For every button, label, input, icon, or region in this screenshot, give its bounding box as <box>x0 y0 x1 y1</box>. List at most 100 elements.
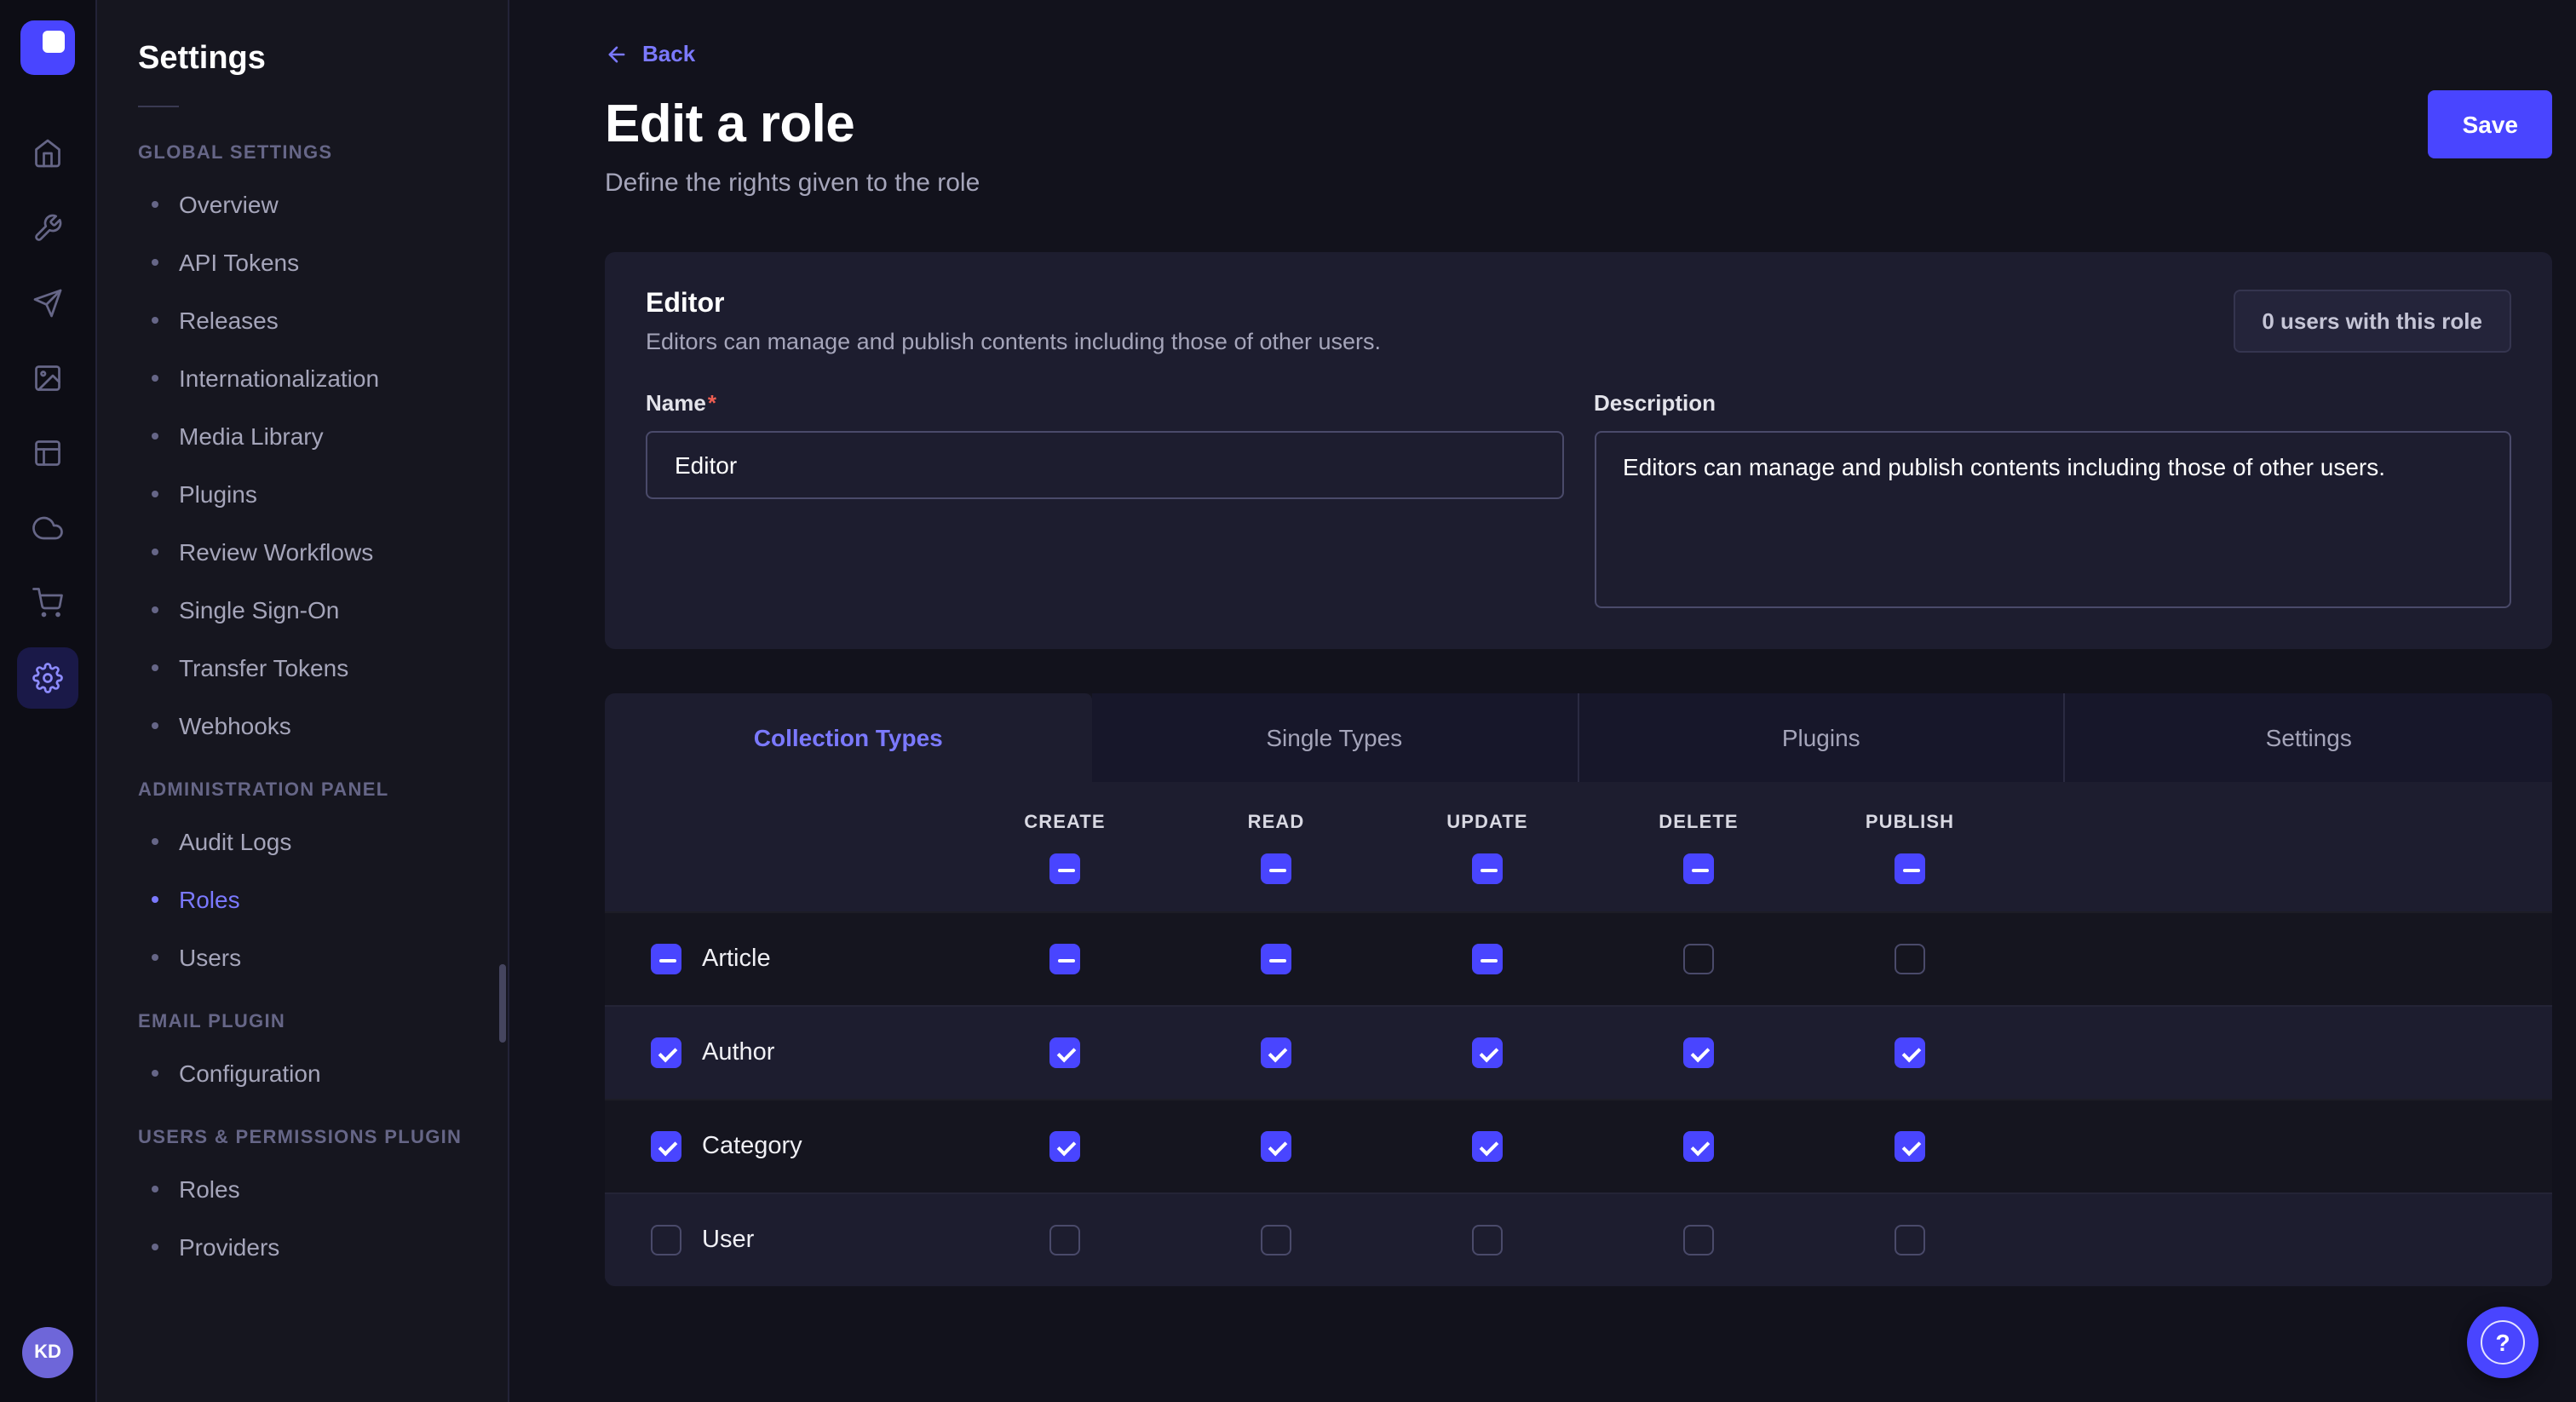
user-read-checkbox[interactable] <box>1261 1225 1291 1255</box>
cloud-icon[interactable] <box>17 497 78 559</box>
role-name-heading: Editor <box>646 290 1381 320</box>
author-update-checkbox[interactable] <box>1472 1037 1503 1068</box>
select-all-update-checkbox[interactable] <box>1472 853 1503 884</box>
permissions-tabs: Collection TypesSingle TypesPluginsSetti… <box>605 693 2552 782</box>
role-card-heading: Editor Editors can manage and publish co… <box>646 290 1381 354</box>
category-row-checkbox[interactable] <box>651 1131 681 1162</box>
subnav-scrollbar[interactable] <box>499 964 506 1043</box>
sidebar-item-label: Internationalization <box>179 365 379 392</box>
category-read-checkbox[interactable] <box>1261 1131 1291 1162</box>
category-create-checkbox[interactable] <box>1049 1131 1080 1162</box>
sidebar-item-global-settings-overview[interactable]: Overview <box>97 175 508 233</box>
bullet-icon <box>152 491 158 497</box>
author-publish-checkbox[interactable] <box>1895 1037 1925 1068</box>
sidebar-item-label: Transfer Tokens <box>179 654 348 681</box>
subnav-sections: GLOBAL SETTINGSOverviewAPI TokensRelease… <box>97 118 508 1276</box>
tab-single-types[interactable]: Single Types <box>1092 693 1579 782</box>
sidebar-item-administration-panel-users[interactable]: Users <box>97 928 508 986</box>
permission-cell <box>1382 1037 1593 1068</box>
author-create-checkbox[interactable] <box>1049 1037 1080 1068</box>
sidebar-item-global-settings-api-tokens[interactable]: API Tokens <box>97 233 508 291</box>
help-button[interactable]: ? <box>2467 1307 2539 1378</box>
user-avatar[interactable]: KD <box>22 1327 73 1378</box>
user-row-checkbox[interactable] <box>651 1225 681 1255</box>
author-row-checkbox[interactable] <box>651 1037 681 1068</box>
settings-icon[interactable] <box>17 647 78 709</box>
select-all-publish-checkbox[interactable] <box>1895 853 1925 884</box>
tab-collection-types[interactable]: Collection Types <box>605 693 1092 782</box>
sidebar-item-global-settings-internationalization[interactable]: Internationalization <box>97 349 508 407</box>
user-publish-checkbox[interactable] <box>1895 1225 1925 1255</box>
section-label-administration-panel: ADMINISTRATION PANEL <box>97 755 508 813</box>
article-row-checkbox[interactable] <box>651 944 681 974</box>
author-read-checkbox[interactable] <box>1261 1037 1291 1068</box>
column-label: READ <box>1248 813 1305 833</box>
sidebar-item-global-settings-releases[interactable]: Releases <box>97 291 508 349</box>
sidebar-item-global-settings-single-sign-on[interactable]: Single Sign-On <box>97 581 508 639</box>
article-update-checkbox[interactable] <box>1472 944 1503 974</box>
content-type-builder-icon[interactable] <box>17 198 78 259</box>
save-button[interactable]: Save <box>2429 90 2552 158</box>
permission-cell <box>959 1225 1170 1255</box>
main-content: Back Edit a role Save Define the rights … <box>509 0 2576 1402</box>
bullet-icon <box>152 664 158 671</box>
select-all-delete-checkbox[interactable] <box>1683 853 1714 884</box>
category-publish-checkbox[interactable] <box>1895 1131 1925 1162</box>
sidebar-item-global-settings-review-workflows[interactable]: Review Workflows <box>97 523 508 581</box>
sidebar-item-email-plugin-configuration[interactable]: Configuration <box>97 1044 508 1102</box>
column-label: DELETE <box>1659 813 1738 833</box>
sidebar-item-users-permissions-plugin-providers[interactable]: Providers <box>97 1218 508 1276</box>
sidebar-item-users-permissions-plugin-roles[interactable]: Roles <box>97 1160 508 1218</box>
user-create-checkbox[interactable] <box>1049 1225 1080 1255</box>
bullet-icon <box>152 954 158 961</box>
sidebar-item-administration-panel-roles[interactable]: Roles <box>97 871 508 928</box>
media-library-icon[interactable] <box>17 348 78 409</box>
column-label: PUBLISH <box>1866 813 1954 833</box>
sidebar-item-global-settings-plugins[interactable]: Plugins <box>97 465 508 523</box>
author-delete-checkbox[interactable] <box>1683 1037 1714 1068</box>
article-create-checkbox[interactable] <box>1049 944 1080 974</box>
tab-plugins[interactable]: Plugins <box>1578 693 2066 782</box>
bullet-icon <box>152 201 158 208</box>
description-textarea[interactable]: Editors can manage and publish contents … <box>1594 431 2511 608</box>
content-manager-icon[interactable] <box>17 422 78 484</box>
sidebar-item-global-settings-webhooks[interactable]: Webhooks <box>97 697 508 755</box>
article-publish-checkbox[interactable] <box>1895 944 1925 974</box>
description-label: Description <box>1594 390 1716 416</box>
bullet-icon <box>152 606 158 613</box>
role-card-header: Editor Editors can manage and publish co… <box>646 290 2511 354</box>
strapi-logo-icon[interactable] <box>20 20 75 75</box>
category-update-checkbox[interactable] <box>1472 1131 1503 1162</box>
deploy-icon[interactable] <box>17 273 78 334</box>
sidebar-item-global-settings-media-library[interactable]: Media Library <box>97 407 508 465</box>
icon-rail: KD <box>0 0 97 1402</box>
permission-cell <box>1170 1225 1382 1255</box>
sidebar-item-administration-panel-audit-logs[interactable]: Audit Logs <box>97 813 508 871</box>
marketplace-icon[interactable] <box>17 572 78 634</box>
title-divider <box>138 106 179 107</box>
name-input[interactable] <box>646 431 1563 499</box>
article-delete-checkbox[interactable] <box>1683 944 1714 974</box>
name-label-text: Name <box>646 390 706 416</box>
bullet-icon <box>152 549 158 555</box>
select-all-create-checkbox[interactable] <box>1049 853 1080 884</box>
users-with-role-badge[interactable]: 0 users with this role <box>2233 290 2511 353</box>
row-label: Article <box>702 945 771 973</box>
sidebar-item-label: API Tokens <box>179 249 299 276</box>
row-label-cell: Category <box>605 1131 959 1162</box>
home-icon[interactable] <box>17 123 78 184</box>
user-update-checkbox[interactable] <box>1472 1225 1503 1255</box>
sidebar-item-label: Media Library <box>179 422 324 450</box>
permission-row-author: Author <box>605 1005 2552 1099</box>
bullet-icon <box>152 1070 158 1077</box>
category-delete-checkbox[interactable] <box>1683 1131 1714 1162</box>
article-read-checkbox[interactable] <box>1261 944 1291 974</box>
back-link[interactable]: Back <box>605 41 695 66</box>
select-all-read-checkbox[interactable] <box>1261 853 1291 884</box>
user-delete-checkbox[interactable] <box>1683 1225 1714 1255</box>
tab-settings[interactable]: Settings <box>2066 693 2553 782</box>
permission-cell <box>1804 1131 2015 1162</box>
permission-cell <box>1804 1037 2015 1068</box>
role-description-heading: Editors can manage and publish contents … <box>646 329 1381 354</box>
sidebar-item-global-settings-transfer-tokens[interactable]: Transfer Tokens <box>97 639 508 697</box>
